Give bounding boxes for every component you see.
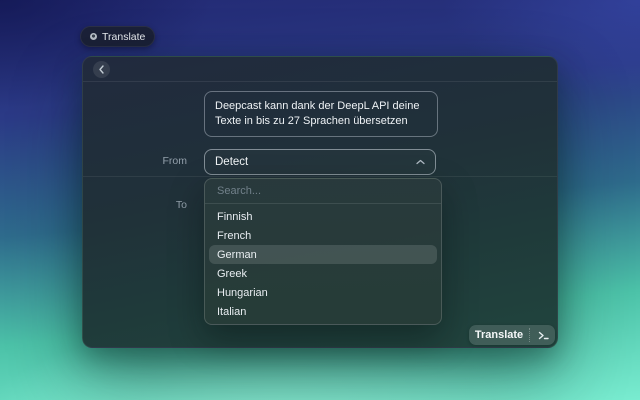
launcher-pill[interactable]: Translate [80,26,155,47]
language-option-list: Finnish French German Greek Hungarian It… [205,204,441,325]
enter-prompt-icon [531,325,555,345]
dropdown-option-french[interactable]: French [209,226,437,245]
language-search-input[interactable] [205,179,441,203]
language-dropdown-panel: Finnish French German Greek Hungarian It… [204,178,442,325]
from-language-select[interactable]: Detect [204,149,436,175]
extension-icon [90,33,97,40]
dropdown-option-german[interactable]: German [209,245,437,264]
dropdown-option-finnish[interactable]: Finnish [209,207,437,226]
to-label: To [141,199,187,211]
translate-action-label: Translate [469,325,529,345]
back-button[interactable] [93,61,110,78]
source-text-field[interactable]: Deepcast kann dank der DeepL API deine T… [204,91,438,137]
window-header [83,57,557,81]
header-divider [83,81,557,82]
dropdown-option-greek[interactable]: Greek [209,264,437,283]
translate-action-button[interactable]: Translate [469,325,555,345]
desktop-background: Translate Deepcast kann dank der DeepL A… [0,0,640,400]
dropdown-option-italian[interactable]: Italian [209,302,437,321]
translate-window: Deepcast kann dank der DeepL API deine T… [82,56,558,348]
launcher-label: Translate [102,31,145,43]
chevron-up-icon [416,159,425,165]
from-select-value: Detect [215,156,248,168]
dropdown-option-hungarian[interactable]: Hungarian [209,283,437,302]
from-label: From [141,155,187,167]
section-divider [83,176,557,177]
chevron-left-icon [98,65,105,74]
